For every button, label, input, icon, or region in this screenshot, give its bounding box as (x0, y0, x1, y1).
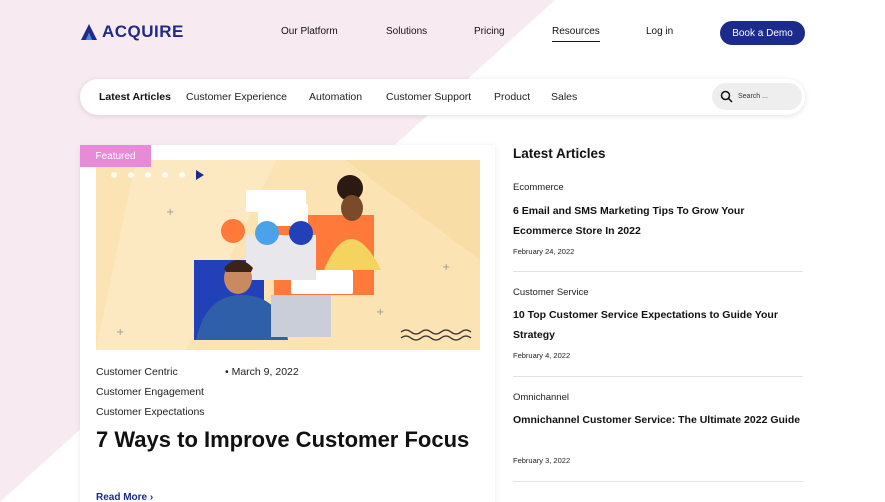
article-title[interactable]: 10 Top Customer Service Expectations to … (513, 305, 803, 345)
svg-text:+: + (442, 262, 450, 273)
nav-resources[interactable]: Resources (552, 26, 600, 42)
article-divider (513, 271, 803, 272)
category-sales[interactable]: Sales (551, 91, 577, 103)
featured-tag-2[interactable]: Customer Engagement (96, 386, 204, 398)
article-category[interactable]: Omnichannel (513, 392, 569, 403)
svg-text:+: + (116, 327, 124, 338)
article-date: February 3, 2022 (513, 456, 571, 465)
nav-log-in[interactable]: Log in (646, 26, 673, 37)
category-product[interactable]: Product (494, 91, 530, 103)
featured-tag-3[interactable]: Customer Expectations (96, 406, 205, 418)
category-automation[interactable]: Automation (309, 91, 362, 103)
article-category[interactable]: Ecommerce (513, 182, 564, 193)
article-title[interactable]: 6 Email and SMS Marketing Tips To Grow Y… (513, 201, 803, 241)
article-category[interactable]: Customer Service (513, 287, 589, 298)
search-placeholder: Search ... (738, 93, 768, 100)
featured-article-image[interactable]: + + + + (96, 160, 480, 350)
article-divider (513, 481, 803, 482)
book-demo-button[interactable]: Book a Demo (720, 21, 805, 45)
chevron-right-icon: › (149, 492, 154, 502)
featured-title[interactable]: 7 Ways to Improve Customer Focus (96, 424, 476, 455)
svg-text:+: + (376, 307, 384, 318)
hero-illustration: + + + + (96, 160, 480, 350)
read-more-link[interactable]: Read More › (96, 492, 153, 502)
category-customer-support[interactable]: Customer Support (386, 91, 471, 103)
category-latest-articles[interactable]: Latest Articles (99, 91, 171, 103)
featured-date: • March 9, 2022 (225, 366, 299, 378)
article-divider (513, 376, 803, 377)
article-title[interactable]: Omnichannel Customer Service: The Ultima… (513, 410, 803, 430)
article-date: February 4, 2022 (513, 351, 571, 360)
read-more-label: Read More (96, 492, 148, 502)
category-bar: Latest Articles Customer Experience Auto… (80, 79, 805, 115)
nav-pricing[interactable]: Pricing (474, 26, 505, 37)
svg-text:+: + (166, 207, 174, 218)
search-input[interactable]: Search ... (712, 83, 802, 110)
article-date: February 24, 2022 (513, 247, 575, 256)
sidebar-title: Latest Articles (513, 146, 606, 161)
search-icon (720, 90, 733, 103)
nav-our-platform[interactable]: Our Platform (281, 26, 338, 37)
featured-badge: Featured (80, 145, 151, 167)
featured-tag-1[interactable]: Customer Centric (96, 366, 178, 378)
nav-solutions[interactable]: Solutions (386, 26, 427, 37)
category-customer-experience[interactable]: Customer Experience (186, 91, 287, 103)
